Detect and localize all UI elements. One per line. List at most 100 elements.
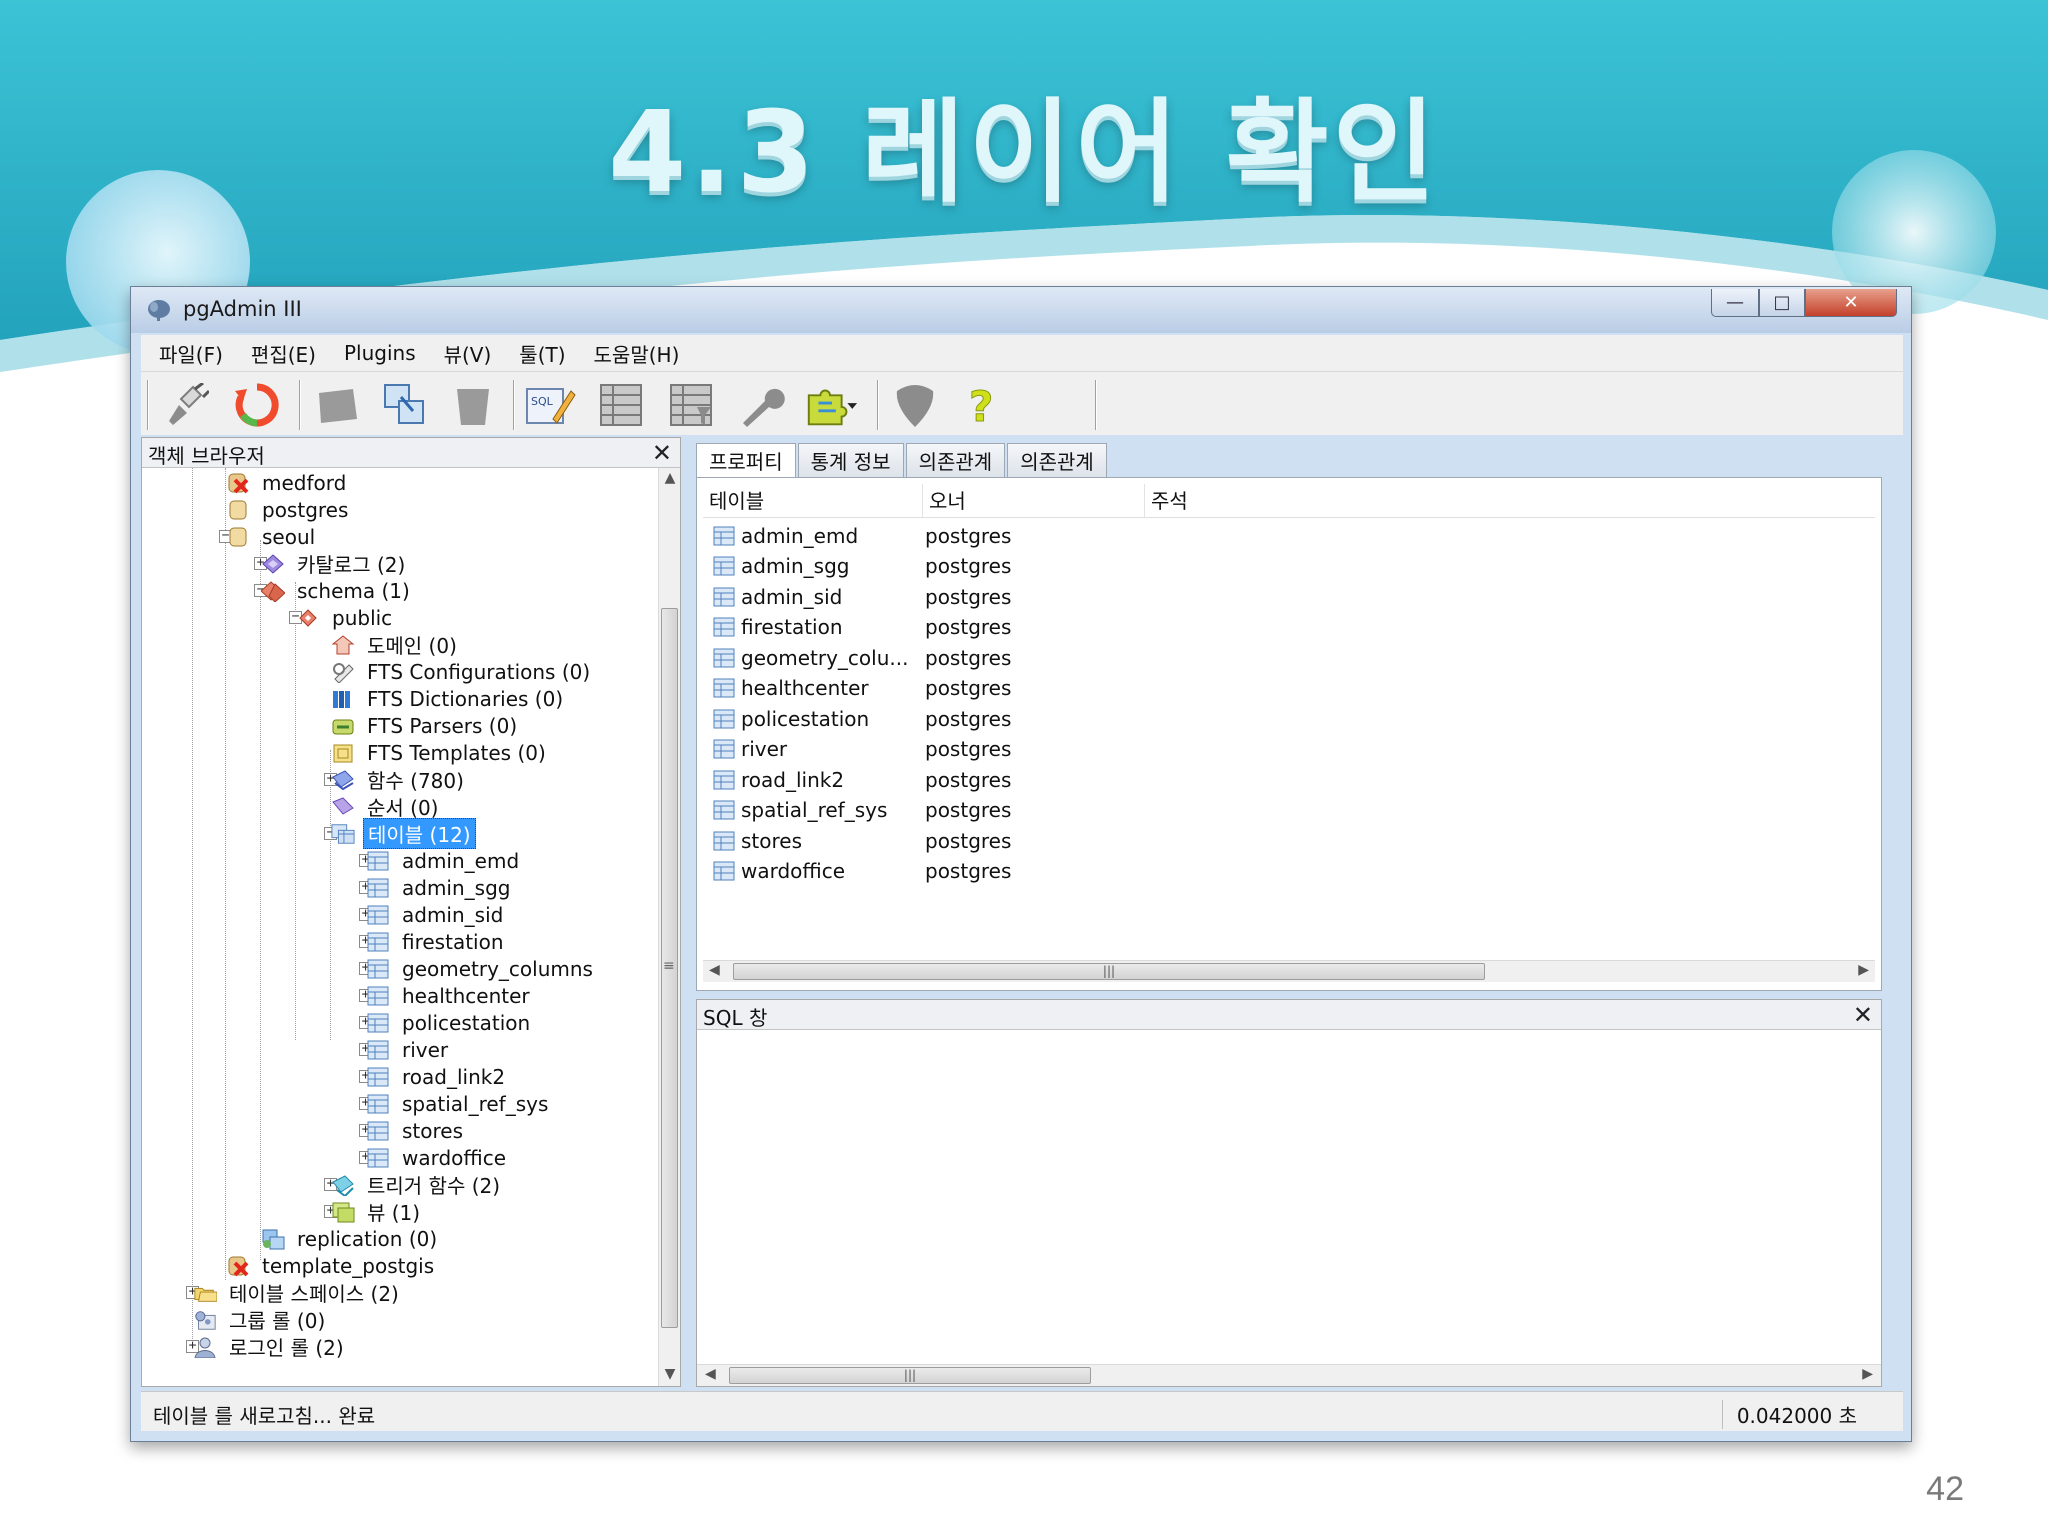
menu-help[interactable]: 도움말(H) [580,339,694,368]
tree-item-table[interactable]: policestation [366,1009,534,1036]
tab-statistics[interactable]: 통계 정보 [797,443,904,477]
object-browser-close-button[interactable]: ✕ [652,438,672,468]
scroll-right-icon[interactable]: ▶ [1862,1366,1873,1382]
sql-pane: SQL 창 ✕ ◀ ||| ▶ [696,999,1882,1387]
connect-button[interactable] [159,380,215,430]
tree-item-schemas[interactable]: schema (1) [261,577,414,604]
tree-item-trigger-functions[interactable]: 트리거 함수 (2) [331,1171,504,1198]
maintenance-button[interactable] [733,380,789,430]
tree-item-functions[interactable]: 함수 (780) [331,766,468,793]
tree-item-label: postgres [262,497,349,522]
menu-tools[interactable]: 툴(T) [505,339,579,368]
tree-item-label: 함수 (780) [367,769,464,793]
filtered-data-button[interactable] [663,380,719,430]
tree-item-medford[interactable]: medford [226,469,350,496]
refresh-button[interactable] [229,380,285,430]
tree-item-label: 카탈로그 (2) [297,553,406,577]
scrollbar-thumb[interactable]: ||| [733,963,1485,980]
scroll-down-icon[interactable]: ▼ [659,1366,681,1382]
sql-pane-close-button[interactable]: ✕ [1853,1000,1873,1030]
tree-item-table[interactable]: wardoffice [366,1144,510,1171]
tree-item-label: template_postgis [262,1253,435,1278]
column-header-table[interactable]: 테이블 [703,484,923,518]
tree-item-postgres[interactable]: postgres [226,496,352,523]
list-item[interactable]: admin_emd postgres [703,521,1095,551]
list-item[interactable]: stores postgres [703,826,1095,856]
plugins-button[interactable] [803,380,859,430]
tree-item-label: admin_sgg [402,875,511,900]
object-browser-scrollbar[interactable]: ▲ ≡ ▼ [658,468,680,1386]
tree-item-login-roles[interactable]: 로그인 롤 (2) [193,1333,348,1360]
list-item[interactable]: firestation postgres [703,612,1095,642]
scroll-right-icon[interactable]: ▶ [1858,962,1869,978]
help-button[interactable]: ? [955,380,1011,430]
list-item[interactable]: admin_sid postgres [703,582,1095,612]
menu-edit[interactable]: 편집(E) [237,339,330,368]
list-item[interactable]: spatial_ref_sys postgres [703,795,1095,825]
list-item[interactable]: policestation postgres [703,704,1095,734]
close-window-button[interactable]: ✕ [1805,289,1897,317]
create-object-button[interactable] [377,380,433,430]
sql-editor-button[interactable]: SQL [523,380,579,430]
tab-dependents[interactable]: 의존관계 [1007,443,1107,477]
tree-item-public[interactable]: public [296,604,396,631]
tree-item-tables[interactable]: 테이블 (12) [331,818,476,849]
sql-hscrollbar[interactable]: ◀ ||| ▶ [697,1364,1881,1386]
tree-item-fts-dictionaries[interactable]: FTS Dictionaries (0) [331,685,567,712]
cell-owner: postgres [925,585,1012,609]
tree-item-table[interactable]: stores [366,1117,467,1144]
list-item[interactable]: river postgres [703,734,1095,764]
tree-item-table[interactable]: geometry_columns [366,955,597,982]
tab-properties[interactable]: 프로퍼티 [696,443,796,479]
menu-view[interactable]: 뷰(V) [430,339,506,368]
scrollbar-thumb[interactable]: ||| [729,1367,1091,1384]
scroll-left-icon[interactable]: ◀ [705,1366,716,1382]
properties-hscrollbar[interactable]: ◀ ||| ▶ [703,960,1875,982]
tree-item-table[interactable]: admin_sid [366,901,507,928]
title-bar[interactable]: pgAdmin III — □ ✕ [131,287,1911,333]
tree-item-table[interactable]: admin_emd [366,847,523,874]
tree-item-tablespaces[interactable]: 테이블 스페이스 (2) [193,1279,403,1306]
tree-item-table[interactable]: firestation [366,928,508,955]
tab-dependencies[interactable]: 의존관계 [905,443,1006,477]
tree-item-fts-templates[interactable]: FTS Templates (0) [331,739,550,766]
object-browser-header: 객체 브라우저 ✕ [142,438,680,468]
list-item[interactable]: geometry_colu... postgres [703,643,1095,673]
tree-item-table[interactable]: spatial_ref_sys [366,1090,552,1117]
minimize-button[interactable]: — [1711,289,1759,317]
tree-item-template-postgis[interactable]: template_postgis [226,1252,438,1279]
sql-editor-icon: SQL [526,388,576,424]
list-item[interactable]: road_link2 postgres [703,765,1095,795]
tree-item-group-roles[interactable]: 그룹 롤 (0) [193,1306,329,1333]
tree-item-seoul[interactable]: seoul [226,523,319,550]
tree-item-domains[interactable]: 도메인 (0) [331,631,461,658]
tree-item-views[interactable]: 뷰 (1) [331,1198,424,1225]
table-icon [713,800,735,820]
tree-item-fts-parsers[interactable]: FTS Parsers (0) [331,712,521,739]
column-header-comment[interactable]: 주석 [1145,484,1865,518]
menu-file[interactable]: 파일(F) [145,339,237,368]
tree-item-table[interactable]: healthcenter [366,982,534,1009]
scroll-left-icon[interactable]: ◀ [709,962,720,978]
sql-text-area[interactable] [697,1030,1881,1364]
tree-item-sequences[interactable]: 순서 (0) [331,793,443,820]
tree-item-fts-configurations[interactable]: FTS Configurations (0) [331,658,594,685]
menu-plugins[interactable]: Plugins [330,341,430,365]
scroll-up-icon[interactable]: ▲ [659,470,681,486]
column-header-owner[interactable]: 오너 [923,484,1145,518]
view-data-button[interactable] [593,380,649,430]
table-icon [713,770,735,790]
maximize-button[interactable]: □ [1759,289,1805,317]
tree-item-label: FTS Configurations (0) [367,659,591,684]
tree-item-replication[interactable]: replication (0) [261,1225,441,1252]
tree-guide [295,582,296,1040]
list-item[interactable]: wardoffice postgres [703,856,1095,886]
list-item[interactable]: healthcenter postgres [703,673,1095,703]
sql-pane-title: SQL 창 [703,1006,768,1030]
list-item[interactable]: admin_sgg postgres [703,551,1095,581]
tree-item-catalogs[interactable]: 카탈로그 (2) [261,550,409,577]
tree-item-table[interactable]: river [366,1036,452,1063]
tree-item-table[interactable]: road_link2 [366,1063,509,1090]
tree-guide [260,540,261,1260]
tree-item-table[interactable]: admin_sgg [366,874,514,901]
